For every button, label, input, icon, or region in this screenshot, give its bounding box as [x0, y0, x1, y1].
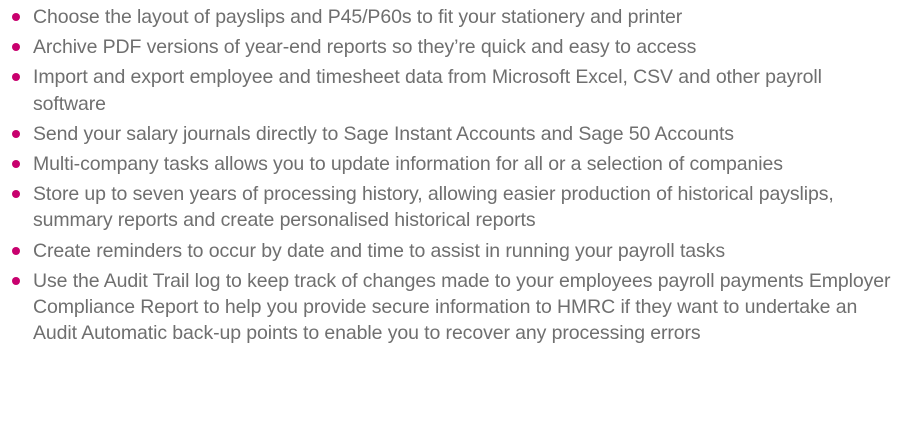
- bullet-dot-icon: [12, 276, 20, 285]
- bullet-dot-icon: [12, 129, 20, 138]
- feature-text: Use the Audit Trail log to keep track of…: [33, 269, 891, 345]
- feature-bullet-list: Choose the layout of payslips and P45/P6…: [9, 4, 899, 350]
- feature-text: Send your salary journals directly to Sa…: [33, 122, 734, 145]
- feature-item-archive-pdf: Archive PDF versions of year-end reports…: [9, 34, 899, 60]
- feature-text: Choose the layout of payslips and P45/P6…: [33, 6, 683, 28]
- feature-item-payslip-layout: Choose the layout of payslips and P45/P6…: [9, 4, 899, 30]
- feature-item-import-export: Import and export employee and timesheet…: [9, 64, 899, 116]
- bullet-dot-icon: [12, 160, 20, 169]
- feature-item-processing-history: Store up to seven years of processing hi…: [9, 181, 899, 233]
- feature-text: Import and export employee and timesheet…: [33, 66, 822, 115]
- feature-text: Archive PDF versions of year-end reports…: [33, 36, 697, 59]
- bullet-dot-icon: [12, 190, 20, 199]
- feature-text: Store up to seven years of processing hi…: [33, 183, 834, 232]
- feature-text: Create reminders to occur by date and ti…: [33, 239, 725, 262]
- bullet-dot-icon: [12, 246, 20, 255]
- feature-item-salary-journals: Send your salary journals directly to Sa…: [9, 121, 899, 147]
- feature-item-multi-company: Multi-company tasks allows you to update…: [9, 151, 899, 177]
- bullet-dot-icon: [12, 43, 20, 52]
- bullet-dot-icon: [12, 73, 20, 82]
- feature-item-audit-trail: Use the Audit Trail log to keep track of…: [9, 268, 899, 347]
- feature-text: Multi-company tasks allows you to update…: [33, 153, 783, 176]
- feature-item-reminders: Create reminders to occur by date and ti…: [9, 238, 899, 264]
- bullet-dot-icon: [12, 13, 20, 21]
